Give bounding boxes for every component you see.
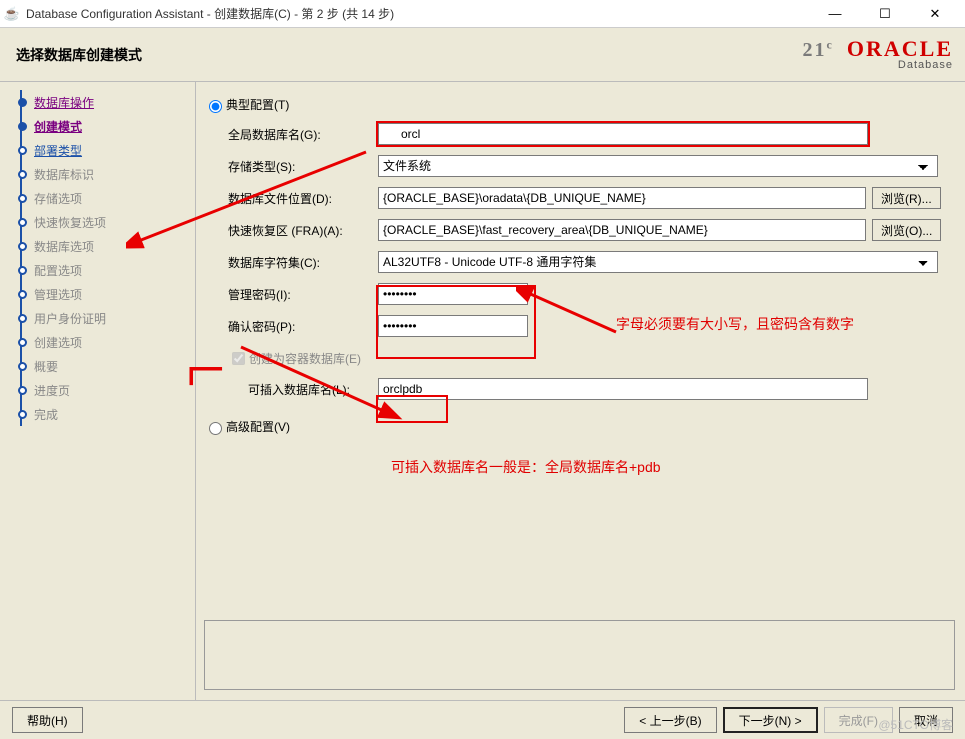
wizard-step-6: 数据库选项 — [0, 234, 195, 258]
step-label: 创建模式 — [34, 118, 82, 135]
maximize-button[interactable]: ☐ — [867, 3, 903, 25]
typical-config-radio-input[interactable] — [209, 100, 222, 113]
browse-r-button[interactable]: 浏览(R)... — [872, 187, 941, 209]
step-label: 存储选项 — [34, 190, 82, 207]
storage-type-select[interactable]: 文件系统 — [378, 155, 938, 177]
wizard-steps-sidebar: 数据库操作创建模式部署类型数据库标识存储选项快速恢复选项数据库选项配置选项管理选… — [0, 82, 196, 700]
storage-type-label: 存储类型(S): — [228, 158, 378, 175]
step-label: 快速恢复选项 — [34, 214, 106, 231]
wizard-step-11: 概要 — [0, 354, 195, 378]
step-dot-icon — [18, 242, 27, 251]
header: 选择数据库创建模式 21c ORACLE Database — [0, 28, 965, 82]
help-button[interactable]: 帮助(H) — [12, 707, 83, 733]
step-label: 配置选项 — [34, 262, 82, 279]
step-label: 用户身份证明 — [34, 310, 106, 327]
next-button[interactable]: 下一步(N) > — [723, 707, 818, 733]
confirm-pwd-label: 确认密码(P): — [228, 318, 378, 335]
step-dot-icon — [18, 290, 27, 299]
minimize-button[interactable]: — — [817, 3, 853, 25]
content-area: 典型配置(T) 全局数据库名(G): 存储类型(S): 文件系统 数据库文件位置… — [196, 82, 965, 700]
global-db-name-input[interactable] — [378, 123, 868, 145]
wizard-step-2[interactable]: 部署类型 — [0, 138, 195, 162]
step-label: 数据库操作 — [34, 94, 94, 111]
message-panel — [204, 620, 955, 690]
logo-subtext: Database — [803, 60, 953, 71]
advanced-config-radio[interactable]: 高级配置(V) — [204, 418, 955, 435]
typical-config-label: 典型配置(T) — [226, 96, 289, 113]
back-button[interactable]: < 上一步(B) — [624, 707, 716, 733]
step-dot-icon — [18, 194, 27, 203]
page-title: 选择数据库创建模式 — [16, 45, 142, 65]
step-dot-icon — [18, 266, 27, 275]
wizard-step-13: 完成 — [0, 402, 195, 426]
logo-version: 21 — [803, 39, 827, 61]
browse-o-button[interactable]: 浏览(O)... — [872, 219, 941, 241]
oracle-logo: 21c ORACLE Database — [803, 38, 953, 71]
logo-brand: ORACLE — [847, 36, 953, 61]
java-icon: ☕ — [4, 6, 20, 22]
advanced-config-label: 高级配置(V) — [226, 418, 290, 435]
container-db-checkbox-row: 创建为容器数据库(E) — [228, 349, 955, 368]
window-title: Database Configuration Assistant - 创建数据库… — [26, 5, 817, 22]
dbfile-loc-input[interactable] — [378, 187, 866, 209]
annotation-pdb-rule: 可插入数据库名一般是：全局数据库名+pdb — [391, 457, 661, 477]
wizard-step-5: 快速恢复选项 — [0, 210, 195, 234]
step-label: 数据库标识 — [34, 166, 94, 183]
wizard-step-0[interactable]: 数据库操作 — [0, 90, 195, 114]
titlebar: ☕ Database Configuration Assistant - 创建数… — [0, 0, 965, 28]
step-dot-icon — [18, 122, 27, 131]
global-db-label: 全局数据库名(G): — [228, 126, 378, 143]
step-dot-icon — [18, 146, 27, 155]
step-label: 管理选项 — [34, 286, 82, 303]
fra-input[interactable] — [378, 219, 866, 241]
fra-label: 快速恢复区 (FRA)(A): — [228, 222, 378, 239]
confirm-password-input[interactable] — [378, 315, 528, 337]
window-controls: — ☐ ✕ — [817, 3, 953, 25]
container-db-label: 创建为容器数据库(E) — [249, 350, 361, 367]
admin-password-input[interactable] — [378, 283, 528, 305]
wizard-step-9: 用户身份证明 — [0, 306, 195, 330]
wizard-step-4: 存储选项 — [0, 186, 195, 210]
typical-config-radio[interactable]: 典型配置(T) — [204, 96, 955, 113]
step-dot-icon — [18, 98, 27, 107]
wizard-step-8: 管理选项 — [0, 282, 195, 306]
charset-select[interactable]: AL32UTF8 - Unicode UTF-8 通用字符集 — [378, 251, 938, 273]
step-label: 完成 — [34, 406, 58, 423]
step-label: 部署类型 — [34, 142, 82, 159]
close-button[interactable]: ✕ — [917, 3, 953, 25]
step-label: 概要 — [34, 358, 58, 375]
step-dot-icon — [18, 410, 27, 419]
step-label: 进度页 — [34, 382, 70, 399]
wizard-step-7: 配置选项 — [0, 258, 195, 282]
pdb-name-input[interactable] — [378, 378, 868, 400]
step-dot-icon — [18, 362, 27, 371]
advanced-config-radio-input[interactable] — [209, 422, 222, 435]
charset-label: 数据库字符集(C): — [228, 254, 378, 271]
wizard-step-3: 数据库标识 — [0, 162, 195, 186]
step-dot-icon — [18, 170, 27, 179]
dbfile-loc-label: 数据库文件位置(D): — [228, 190, 378, 207]
wizard-step-10: 创建选项 — [0, 330, 195, 354]
step-label: 数据库选项 — [34, 238, 94, 255]
container-db-checkbox — [232, 352, 245, 365]
step-dot-icon — [18, 338, 27, 347]
step-dot-icon — [18, 386, 27, 395]
wizard-step-12: 进度页 — [0, 378, 195, 402]
pdb-name-label: 可插入数据库名(L): — [248, 381, 378, 398]
admin-pwd-label: 管理密码(I): — [228, 286, 378, 303]
step-dot-icon — [18, 314, 27, 323]
watermark: @51CTO博客 — [878, 716, 953, 733]
wizard-step-1[interactable]: 创建模式 — [0, 114, 195, 138]
footer: 帮助(H) < 上一步(B) 下一步(N) > 完成(F) 取消 — [0, 700, 965, 739]
step-dot-icon — [18, 218, 27, 227]
step-label: 创建选项 — [34, 334, 82, 351]
logo-c: c — [827, 37, 834, 51]
